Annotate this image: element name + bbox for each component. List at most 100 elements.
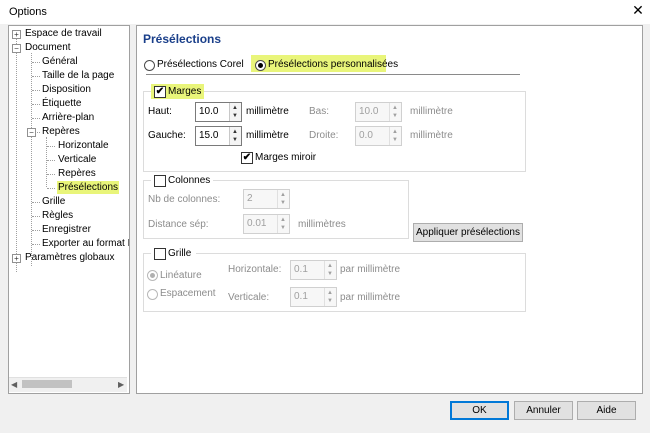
spin-up-icon[interactable]: ▲	[232, 105, 238, 111]
spin-down-icon[interactable]: ▼	[327, 298, 333, 304]
collapse-icon[interactable]: −	[27, 128, 36, 137]
scroll-right-icon[interactable]: ▶	[118, 380, 124, 389]
tree-item-parametres-globaux[interactable]: Paramètres globaux	[24, 251, 116, 264]
ok-button[interactable]: OK	[450, 401, 509, 420]
columns-checkbox[interactable]	[154, 175, 166, 187]
collapse-icon[interactable]: −	[12, 44, 21, 53]
grid-horizontal-value: 0.1	[294, 264, 308, 275]
tree-item-document[interactable]: Document	[24, 41, 72, 54]
mirror-margins-checkbox[interactable]: ✔	[241, 152, 253, 164]
spin-down-icon[interactable]: ▼	[232, 113, 238, 119]
mirror-margins-label[interactable]: Marges miroir	[255, 152, 316, 163]
gutter-input[interactable]: 0.01 ▲ ▼	[243, 214, 290, 234]
expand-icon[interactable]: +	[12, 254, 21, 263]
bottom-margin-input[interactable]: 10.0 ▲ ▼	[355, 102, 402, 122]
column-count-value: 2	[247, 193, 253, 204]
spin-up-icon[interactable]: ▲	[232, 129, 238, 135]
help-button[interactable]: Aide	[577, 401, 636, 420]
spin-down-icon[interactable]: ▼	[392, 113, 398, 119]
spin-down-icon[interactable]: ▼	[327, 271, 333, 277]
columns-label[interactable]: Colonnes	[168, 175, 210, 186]
radio-custom-presets-label[interactable]: Présélections personnalisées	[268, 59, 398, 70]
gutter-value: 0.01	[247, 218, 267, 229]
top-margin-value: 10.0	[199, 106, 219, 117]
tree-item-preselections[interactable]: Présélections	[57, 181, 120, 194]
gutter-label: Distance sép:	[148, 219, 209, 230]
page-title: Présélections	[143, 32, 222, 46]
grid-horizontal-unit: par millimètre	[340, 264, 401, 275]
column-count-input[interactable]: 2 ▲ ▼	[243, 189, 290, 209]
tree-line	[16, 34, 17, 272]
grid-checkbox[interactable]	[154, 248, 166, 260]
spin-up-icon[interactable]: ▲	[327, 290, 333, 296]
spin-up-icon[interactable]: ▲	[392, 105, 398, 111]
column-count-label: Nb de colonnes:	[148, 194, 221, 205]
tree-line	[31, 53, 32, 266]
tree-item-taille-page[interactable]: Taille de la page	[41, 69, 115, 82]
margins-checkbox[interactable]: ✔	[154, 86, 166, 98]
grid-vertical-input[interactable]: 0.1 ▲ ▼	[290, 287, 337, 307]
scroll-left-icon[interactable]: ◀	[11, 380, 17, 389]
spin-down-icon[interactable]: ▼	[392, 137, 398, 143]
tree-item-verticale[interactable]: Verticale	[57, 153, 97, 166]
spin-up-icon[interactable]: ▲	[392, 129, 398, 135]
tree-item-arriere-plan[interactable]: Arrière-plan	[41, 111, 95, 124]
radio-spacing[interactable]	[147, 289, 158, 300]
cancel-button[interactable]: Annuler	[514, 401, 573, 420]
tree-item-etiquette[interactable]: Étiquette	[41, 97, 82, 110]
grid-vertical-label: Verticale:	[228, 292, 270, 303]
radio-custom-presets[interactable]	[255, 60, 266, 71]
tree-item-disposition[interactable]: Disposition	[41, 83, 92, 96]
left-margin-value: 15.0	[199, 130, 219, 141]
spin-up-icon[interactable]: ▲	[280, 192, 286, 198]
scrollbar-thumb[interactable]	[22, 380, 72, 388]
tree-item-espace-de-travail[interactable]: Espace de travail	[24, 27, 103, 40]
radio-spacing-label[interactable]: Espacement	[160, 288, 216, 299]
right-margin-value: 0.0	[359, 130, 373, 141]
apply-presets-button[interactable]: Appliquer présélections	[413, 223, 523, 242]
expand-icon[interactable]: +	[12, 30, 21, 39]
gutter-unit: millimètres	[298, 219, 346, 230]
top-margin-label: Haut:	[148, 106, 172, 117]
title-bar	[0, 0, 650, 24]
grid-horizontal-input[interactable]: 0.1 ▲ ▼	[290, 260, 337, 280]
spin-up-icon[interactable]: ▲	[280, 217, 286, 223]
tree-item-reperes[interactable]: Repères	[41, 125, 81, 138]
top-margin-input[interactable]: 10.0 ▲ ▼	[195, 102, 242, 122]
spin-down-icon[interactable]: ▼	[280, 225, 286, 231]
grid-label[interactable]: Grille	[168, 248, 191, 259]
radio-corel-presets-label[interactable]: Présélections Corel	[157, 59, 244, 70]
close-icon[interactable]: ✕	[630, 2, 646, 19]
left-margin-label: Gauche:	[148, 130, 186, 141]
tree-item-regles[interactable]: Règles	[41, 209, 74, 222]
grid-vertical-value: 0.1	[294, 291, 308, 302]
spin-down-icon[interactable]: ▼	[280, 200, 286, 206]
tree-item-enregistrer[interactable]: Enregistrer	[41, 223, 92, 236]
radio-linescreen[interactable]	[147, 270, 158, 281]
category-tree[interactable]: + Espace de travail − Document Général T…	[8, 25, 130, 394]
left-margin-unit: millimètre	[246, 130, 289, 141]
tree-item-reperes-sub[interactable]: Repères	[57, 167, 97, 180]
separator	[146, 74, 520, 75]
window-title: Options	[9, 6, 47, 18]
spin-up-icon[interactable]: ▲	[327, 263, 333, 269]
tree-item-horizontale[interactable]: Horizontale	[57, 139, 110, 152]
right-margin-input[interactable]: 0.0 ▲ ▼	[355, 126, 402, 146]
right-margin-unit: millimètre	[410, 130, 453, 141]
bottom-margin-value: 10.0	[359, 106, 379, 117]
bottom-margin-unit: millimètre	[410, 106, 453, 117]
left-margin-input[interactable]: 15.0 ▲ ▼	[195, 126, 242, 146]
tree-line	[46, 137, 47, 187]
radio-corel-presets[interactable]	[144, 60, 155, 71]
grid-horizontal-label: Horizontale:	[228, 264, 282, 275]
tree-item-general[interactable]: Général	[41, 55, 79, 68]
margins-label[interactable]: Marges	[168, 86, 201, 97]
right-margin-label: Droite:	[309, 130, 339, 141]
top-margin-unit: millimètre	[246, 106, 289, 117]
radio-linescreen-label[interactable]: Linéature	[160, 270, 202, 281]
bottom-margin-label: Bas:	[309, 106, 330, 117]
spin-down-icon[interactable]: ▼	[232, 137, 238, 143]
tree-item-grille[interactable]: Grille	[41, 195, 66, 208]
grid-vertical-unit: par millimètre	[340, 292, 401, 303]
tree-item-exporter-html[interactable]: Exporter au format HTML	[41, 237, 129, 250]
